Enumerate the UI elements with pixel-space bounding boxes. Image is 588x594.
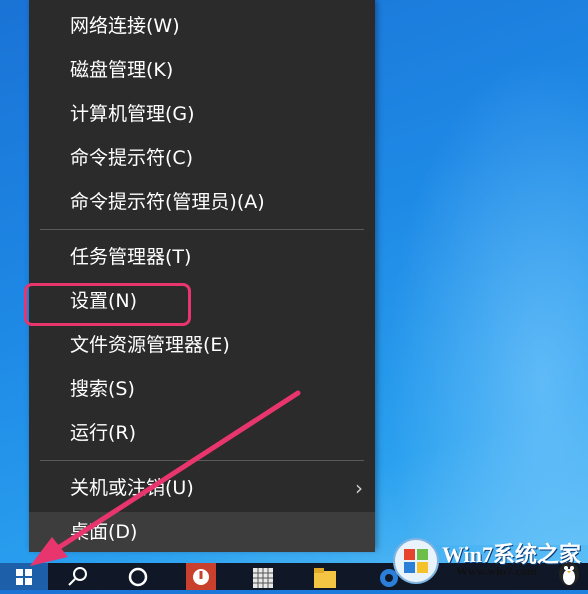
watermark-url: Www.win7.com: [456, 564, 537, 578]
penguin-icon: [559, 562, 579, 586]
windows-7-orb-icon: [393, 538, 439, 584]
pointer-arrow: [30, 390, 301, 566]
site-watermark: Win7系统之家 Www.win7.com: [388, 535, 588, 590]
